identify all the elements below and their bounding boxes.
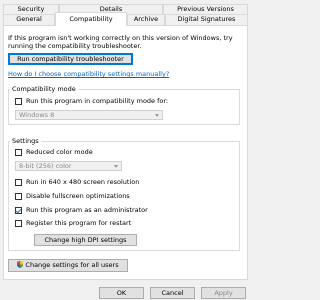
run-troubleshooter-button[interactable]: Run compatibility troubleshooter: [8, 53, 133, 65]
color-depth-select-value: 8-bit (256) color: [19, 162, 72, 170]
tab-row-front: General Compatibility Archive Digital Si…: [0, 12, 251, 26]
reduced-color-checkbox[interactable]: [15, 149, 22, 156]
chevron-down-icon: [155, 114, 159, 117]
intro-text: If this program isn't working correctly …: [8, 34, 233, 50]
disable-fullscreen-checkbox[interactable]: [15, 193, 22, 200]
cancel-button[interactable]: Cancel: [150, 287, 195, 299]
reduced-color-label: Reduced color mode: [26, 148, 93, 156]
change-dpi-button[interactable]: Change high DPI settings: [34, 234, 137, 246]
chevron-down-icon: [114, 165, 118, 168]
compat-mode-label: Run this program in compatibility mode f…: [26, 97, 169, 105]
disable-fullscreen-label: Disable fullscreen optimizations: [26, 192, 130, 200]
change-all-users-button[interactable]: Change settings for all users: [8, 259, 128, 272]
change-all-users-label: Change settings for all users: [25, 261, 119, 269]
res-640-label: Run in 640 x 480 screen resolution: [26, 178, 140, 186]
register-restart-label: Register this program for restart: [26, 219, 132, 227]
tab-archive[interactable]: Archive: [127, 14, 165, 25]
tab-compatibility[interactable]: Compatibility: [55, 12, 127, 26]
compat-mode-checkbox[interactable]: [15, 98, 22, 105]
tab-digital-signatures[interactable]: Digital Signatures: [165, 14, 248, 25]
ok-button[interactable]: OK: [99, 287, 144, 299]
res-640-checkbox[interactable]: [15, 179, 22, 186]
register-restart-checkbox[interactable]: [15, 220, 22, 227]
settings-label: Settings: [10, 137, 41, 145]
compat-os-select: Windows 8: [15, 110, 163, 120]
run-admin-label: Run this program as an administrator: [26, 206, 148, 214]
compat-os-select-value: Windows 8: [19, 111, 55, 119]
color-depth-select: 8-bit (256) color: [15, 161, 122, 171]
apply-button[interactable]: Apply: [201, 287, 246, 299]
uac-shield-icon: [17, 261, 24, 268]
manual-settings-link[interactable]: How do I choose compatibility settings m…: [8, 70, 169, 78]
tab-general[interactable]: General: [3, 14, 55, 25]
compatibility-mode-label: Compatibility mode: [10, 85, 78, 93]
run-admin-checkbox[interactable]: [15, 207, 22, 214]
